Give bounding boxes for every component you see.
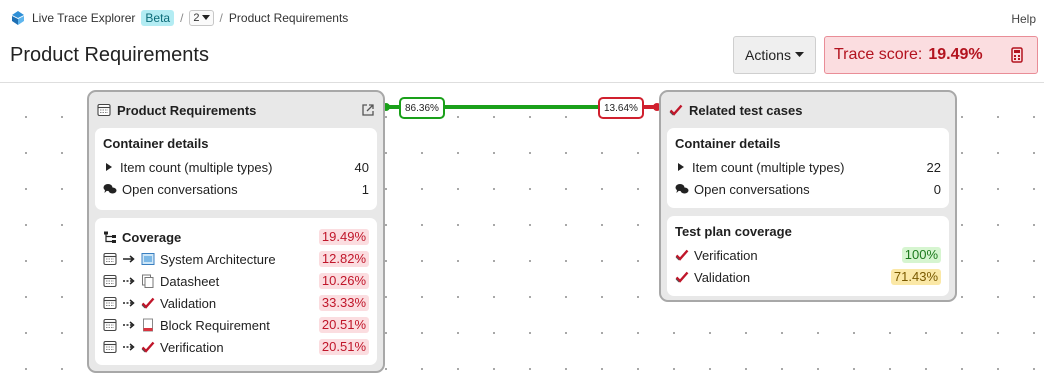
container-details-title: Container details — [675, 136, 781, 151]
test-coverage-label: Verification — [694, 247, 758, 263]
documents-icon — [142, 274, 154, 288]
container-details-panel: Container details Item count (multiple t… — [667, 128, 949, 208]
coverage-row-value: 20.51% — [318, 339, 369, 355]
checkmark-icon — [675, 271, 689, 283]
edge-label-forward: 86.36% — [399, 97, 445, 119]
caret-down-icon — [201, 15, 210, 20]
coverage-row[interactable]: Block Requirement 20.51% — [103, 314, 369, 336]
beta-badge: Beta — [141, 10, 175, 26]
checkmark-icon — [141, 297, 155, 309]
coverage-row-value: 20.51% — [318, 317, 369, 333]
version-selector[interactable]: 2 — [189, 10, 214, 26]
table-icon — [103, 296, 117, 310]
solid-arrow-icon — [123, 255, 135, 263]
test-plan-coverage-panel: Test plan coverage Verification 100% Val… — [667, 216, 949, 296]
item-count-label: Item count (multiple types) — [692, 159, 845, 175]
external-link-icon[interactable] — [361, 103, 375, 117]
actions-label: Actions — [745, 47, 791, 63]
coverage-row[interactable]: Validation 33.33% — [103, 292, 369, 314]
comments-icon — [675, 184, 689, 194]
target-node-title: Related test cases — [689, 102, 803, 118]
coverage-total-badge: 19.49% — [318, 229, 369, 245]
coverage-row-value: 10.26% — [318, 273, 369, 289]
open-conversations-value: 0 — [933, 181, 941, 197]
trace-score-value: 19.49% — [928, 46, 983, 63]
checkmark-icon — [675, 249, 689, 261]
test-plan-coverage-title: Test plan coverage — [675, 224, 792, 239]
requirement-doc-icon — [143, 318, 153, 332]
breadcrumb-separator: / — [219, 11, 223, 25]
item-count-value: 40 — [354, 159, 369, 175]
table-icon — [103, 318, 117, 332]
trace-score-box: Trace score: 19.49% — [824, 36, 1038, 74]
test-coverage-value: 71.43% — [890, 269, 941, 285]
test-coverage-row[interactable]: Validation 71.43% — [675, 266, 941, 288]
edge-label-backward: 13.64% — [598, 97, 644, 119]
breadcrumb: Live Trace Explorer Beta / 2 / Product R… — [10, 8, 348, 28]
coverage-title-row: Coverage 19.49% — [103, 226, 369, 248]
checkmark-icon — [141, 341, 155, 353]
container-details-title: Container details — [103, 136, 209, 151]
help-link[interactable]: Help — [1011, 12, 1036, 26]
coverage-row-label: Verification — [160, 339, 224, 355]
trace-score-label: Trace score: — [834, 46, 923, 63]
source-node-header: Product Requirements — [89, 92, 383, 128]
diagram-icon — [141, 253, 155, 265]
hierarchy-icon — [104, 231, 116, 243]
coverage-row[interactable]: Verification 20.51% — [103, 336, 369, 358]
open-conversations-value: 1 — [361, 181, 369, 197]
breadcrumb-current: Product Requirements — [228, 11, 349, 25]
coverage-row-value: 33.33% — [318, 295, 369, 311]
open-conversations-label: Open conversations — [122, 181, 238, 197]
breadcrumb-separator: / — [180, 11, 184, 25]
coverage-row-label: Block Requirement — [160, 317, 270, 333]
container-details-panel: Container details Item count (multiple t… — [95, 128, 377, 210]
expand-caret-icon[interactable] — [678, 163, 684, 171]
test-coverage-label: Validation — [694, 269, 751, 285]
item-count-label: Item count (multiple types) — [120, 159, 273, 175]
actions-button[interactable]: Actions — [733, 36, 816, 74]
app-logo-icon — [12, 11, 24, 25]
source-node[interactable]: Product Requirements Container details I… — [87, 90, 385, 373]
dashed-arrow-icon — [123, 299, 135, 307]
coverage-row-value: 12.82% — [318, 251, 369, 267]
open-conversations-label: Open conversations — [694, 181, 810, 197]
coverage-row[interactable]: Datasheet 10.26% — [103, 270, 369, 292]
coverage-row[interactable]: System Architecture 12.82% — [103, 248, 369, 270]
caret-down-icon — [794, 52, 804, 57]
dashed-arrow-icon — [123, 321, 135, 329]
item-count-value: 22 — [926, 159, 941, 175]
test-coverage-value: 100% — [901, 247, 941, 263]
dashed-arrow-icon — [123, 343, 135, 351]
coverage-row-label: System Architecture — [160, 251, 276, 267]
target-node[interactable]: Related test cases Container details Ite… — [659, 90, 957, 302]
table-icon — [103, 274, 117, 288]
item-count-row[interactable]: Item count (multiple types) 40 — [103, 156, 369, 178]
app-name-link[interactable]: Live Trace Explorer — [32, 11, 135, 25]
checkmark-icon — [669, 104, 683, 116]
version-value: 2 — [193, 12, 200, 24]
source-node-title: Product Requirements — [117, 102, 257, 118]
test-coverage-row[interactable]: Verification 100% — [675, 244, 941, 266]
expand-caret-icon[interactable] — [106, 163, 112, 171]
coverage-row-label: Validation — [160, 295, 217, 311]
table-icon — [103, 252, 117, 266]
page-title: Product Requirements — [10, 44, 209, 66]
coverage-row-label: Datasheet — [160, 273, 220, 289]
comments-icon — [103, 184, 117, 194]
dashed-arrow-icon — [123, 277, 135, 285]
calculator-icon[interactable] — [1009, 47, 1025, 63]
open-conversations-row[interactable]: Open conversations 1 — [103, 178, 369, 200]
table-icon — [97, 103, 111, 117]
open-conversations-row[interactable]: Open conversations 0 — [675, 178, 941, 200]
trace-canvas[interactable]: 86.36% 13.64% Product Requirements Conta… — [0, 83, 1044, 379]
table-icon — [103, 340, 117, 354]
item-count-row[interactable]: Item count (multiple types) 22 — [675, 156, 941, 178]
coverage-title: Coverage — [122, 229, 182, 245]
target-node-header: Related test cases — [661, 92, 955, 128]
coverage-panel: Coverage 19.49% System Architecture 12.8… — [95, 218, 377, 365]
